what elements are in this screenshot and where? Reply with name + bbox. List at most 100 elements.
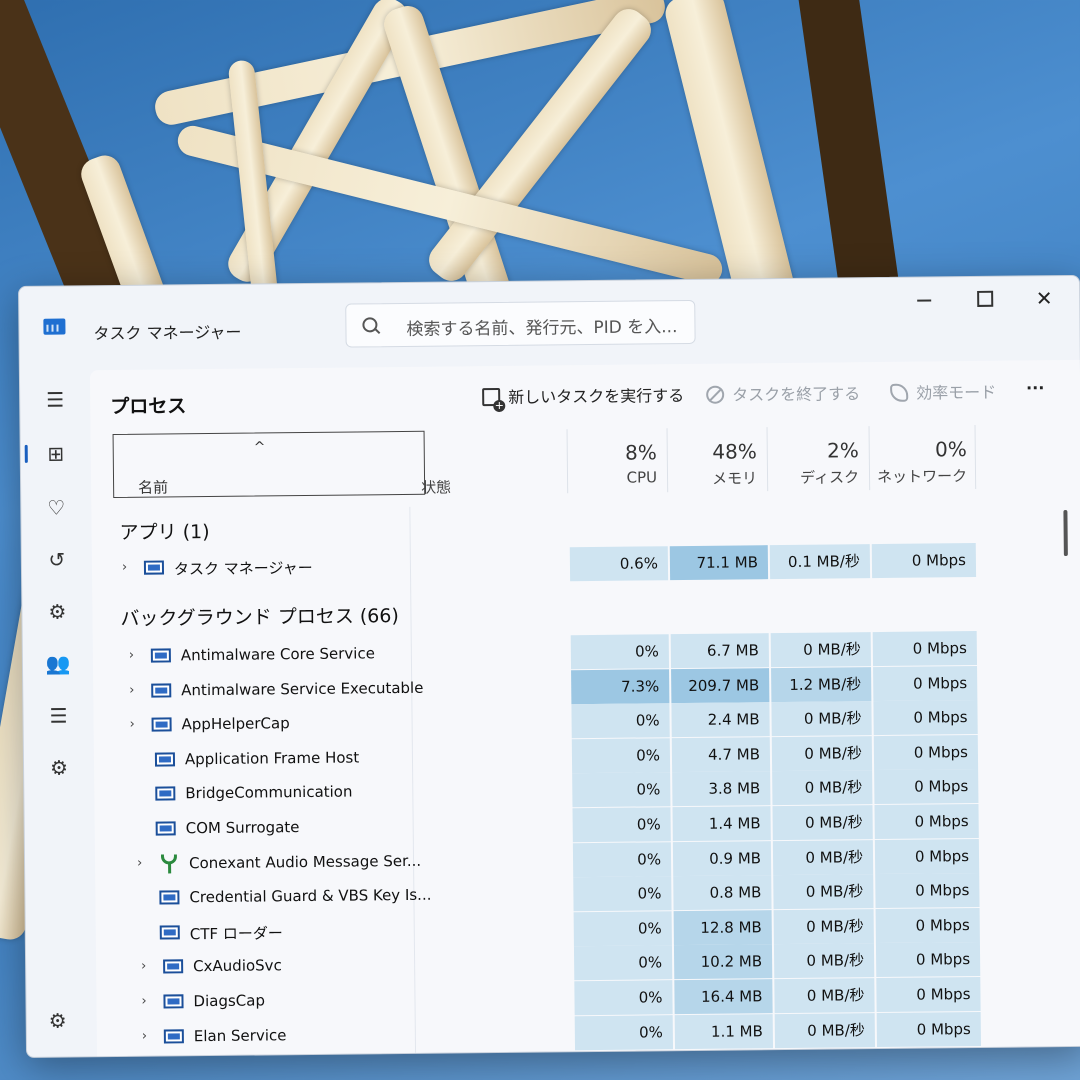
cpu-cell: 0% [573, 876, 672, 912]
network-cell: 0 Mbps [875, 907, 980, 943]
process-name: Antimalware Core Service [180, 644, 375, 665]
settings-icon[interactable]: ⚙ [49, 1009, 67, 1033]
cpu-cell: 0% [570, 634, 670, 670]
title-bar[interactable]: タスク マネージャー 検索する名前、発行元、PID を入... ✕ [19, 276, 1080, 367]
name-column-header[interactable]: ^ 名前 [112, 430, 426, 499]
active-indicator [24, 444, 28, 463]
end-task-label: タスクを終了する [732, 384, 861, 405]
cpu-cell: 0% [571, 737, 671, 774]
disk-cell: 0 MB/秒 [773, 908, 874, 944]
apps-group-header: アプリ (1) [119, 521, 210, 544]
search-placeholder: 検索する名前、発行元、PID を入... [406, 317, 678, 340]
expand-chevron-icon[interactable]: › [122, 560, 127, 575]
process-window-icon [150, 648, 171, 663]
page-title: プロセス [110, 395, 187, 419]
expand-chevron-icon[interactable]: › [137, 855, 142, 870]
run-new-task-button[interactable]: 新しいタスクを実行する [482, 382, 684, 408]
end-task-icon [706, 385, 725, 404]
hamburger-menu-icon[interactable]: ☰ [38, 382, 72, 416]
memory-cell: 2.4 MB [671, 702, 770, 738]
cpu-cell: 0% [573, 910, 672, 947]
close-button[interactable]: ✕ [1019, 282, 1069, 315]
expand-chevron-icon[interactable]: › [141, 994, 146, 1009]
process-window-icon [151, 717, 172, 732]
memory-cell: 16.4 MB [674, 979, 773, 1015]
users-icon[interactable]: 👥 [41, 646, 75, 680]
process-window-icon [163, 959, 184, 974]
more-options-button[interactable]: ··· [1026, 378, 1044, 397]
table-header: ^ 名前 状態 8% CPU 48% メモリ 2% ディスク 0% ネットワーク [91, 424, 1080, 504]
name-column-label: 名前 [138, 478, 169, 497]
network-total-percent: 0% [934, 437, 967, 462]
cpu-cell: 0% [572, 807, 671, 843]
cpu-cell: 0% [572, 841, 672, 877]
disk-cell: 0 MB/秒 [773, 943, 875, 979]
cpu-cell: 0% [573, 945, 673, 981]
expand-chevron-icon[interactable]: › [130, 717, 135, 732]
cpu-cell: 7.3% [571, 668, 670, 704]
search-input[interactable]: 検索する名前、発行元、PID を入... [345, 299, 696, 348]
process-window-icon [163, 1028, 184, 1044]
network-cell: 0 Mbps [874, 769, 979, 805]
run-task-icon [482, 387, 501, 407]
process-name: AppHelperCap [181, 714, 290, 734]
process-name: COM Surrogate [185, 818, 300, 838]
services-icon[interactable]: ⚙ [42, 750, 76, 784]
memory-column-header[interactable]: 48% メモリ [669, 439, 758, 489]
efficiency-mode-label: 効率モード [916, 382, 997, 403]
memory-cell: 209.7 MB [671, 667, 770, 703]
expand-chevron-icon[interactable]: › [141, 959, 146, 974]
vertical-scrollbar[interactable] [1063, 510, 1068, 557]
process-name: Elan Service [193, 1025, 287, 1045]
memory-cell: 0.8 MB [673, 875, 772, 911]
background-group-header: バックグラウンド プロセス (66) [120, 605, 399, 630]
task-manager-window: タスク マネージャー 検索する名前、発行元、PID を入... ✕ ☰ ⊞ ♡ … [18, 274, 1080, 1058]
network-cell: 0 Mbps [875, 942, 981, 978]
minimize-button[interactable] [899, 283, 949, 316]
process-window-icon [155, 821, 176, 836]
process-name: Conexant Audio Message Ser... [188, 851, 422, 872]
expand-chevron-icon[interactable]: › [129, 682, 134, 697]
task-manager-app-icon [43, 318, 66, 335]
status-column-header[interactable]: 状態 [421, 472, 451, 497]
memory-cell: 71.1 MB [669, 545, 769, 581]
disk-cell: 0 MB/秒 [771, 735, 873, 771]
memory-cell: 10.2 MB [673, 944, 773, 980]
startup-apps-icon[interactable]: ⚙ [40, 594, 74, 628]
end-task-button[interactable]: タスクを終了する [706, 380, 860, 406]
disk-cell: 0 MB/秒 [772, 770, 873, 806]
cpu-column-label: CPU [626, 468, 658, 487]
process-name: CTF ローダー [189, 924, 283, 944]
process-window-icon [143, 560, 165, 575]
conexant-app-icon [159, 853, 179, 873]
network-column-header[interactable]: 0% ネットワーク [871, 437, 968, 487]
memory-cell: 1.1 MB [674, 1013, 774, 1049]
expand-chevron-icon[interactable]: › [129, 648, 134, 663]
memory-cell: 3.8 MB [672, 771, 771, 807]
efficiency-mode-button[interactable]: 効率モード [890, 379, 996, 404]
maximize-button[interactable] [959, 283, 1009, 316]
app-history-icon[interactable]: ↺ [40, 542, 74, 576]
cpu-cell: 0% [571, 703, 670, 739]
network-cell: 0 Mbps [876, 1011, 982, 1047]
cpu-column-header[interactable]: 8% CPU [569, 440, 657, 487]
network-cell: 0 Mbps [872, 630, 978, 667]
column-separator [974, 424, 977, 489]
memory-column-label: メモリ [711, 469, 758, 488]
disk-cell: 0 MB/秒 [770, 632, 872, 668]
process-name: Credential Guard & VBS Key Is... [189, 885, 432, 907]
disk-cell: 0 MB/秒 [772, 805, 873, 841]
network-cell: 0 Mbps [873, 665, 978, 701]
disk-column-header[interactable]: 2% ディスク [769, 438, 860, 488]
details-icon[interactable]: ☰ [41, 698, 75, 732]
process-window-icon [159, 890, 180, 905]
process-name: CxAudioSvc [193, 956, 282, 976]
table-row[interactable]: › タスク マネージャー 0.6% 71.1 MB 0.1 MB/秒 0 Mbps [92, 542, 1080, 586]
expand-chevron-icon[interactable]: › [142, 1028, 147, 1043]
memory-cell: 1.4 MB [672, 806, 771, 842]
memory-cell: 0.9 MB [672, 840, 772, 876]
network-cell: 0 Mbps [875, 873, 980, 909]
performance-icon[interactable]: ♡ [39, 490, 73, 524]
process-name: DiagsCap [193, 991, 266, 1011]
processes-icon[interactable]: ⊞ [39, 436, 73, 470]
